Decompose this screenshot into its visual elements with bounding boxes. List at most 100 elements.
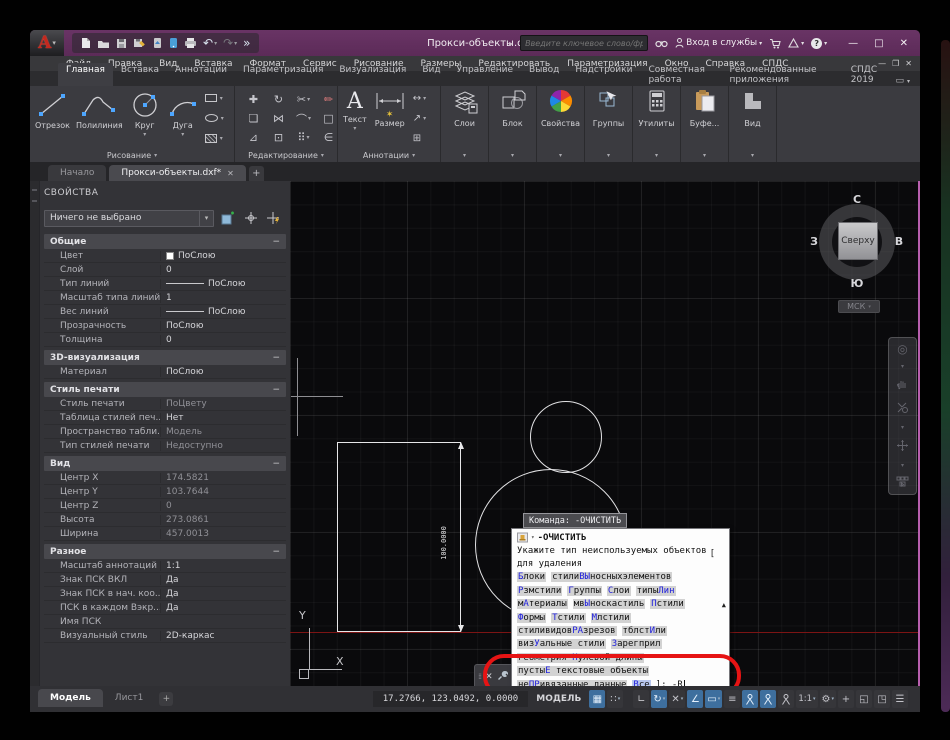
app-menu-button[interactable]: A ▾ xyxy=(30,30,64,56)
palette-grip[interactable] xyxy=(30,181,40,686)
panel-button-label[interactable]: Свойства xyxy=(541,119,580,128)
property-value[interactable]: ПоСлою xyxy=(160,321,286,331)
rectangle-tool-button[interactable]: ▾ xyxy=(205,94,224,102)
chevron-down-icon[interactable]: ▾ xyxy=(901,462,904,469)
panel-flyout[interactable]: ▾ xyxy=(681,149,728,162)
panel-flyout[interactable]: ▾ xyxy=(585,149,632,162)
status-annotation-visibility[interactable] xyxy=(742,690,758,708)
command-keyword[interactable]: Формы xyxy=(517,613,546,623)
zoom-extents-icon[interactable] xyxy=(896,401,909,417)
status-polar-tracking[interactable]: ↻▾ xyxy=(651,690,667,708)
property-row[interactable]: ПСК в каждом Вэкр...Да xyxy=(44,601,286,615)
ellipse-tool-button[interactable]: ▾ xyxy=(205,114,224,122)
scroll-up-icon[interactable]: ▲ xyxy=(722,601,726,609)
ribbon-display-toggle[interactable]: ▭▾ xyxy=(895,76,910,86)
maximize-button[interactable]: □ xyxy=(874,38,883,49)
wcs-button[interactable]: МСК▾ xyxy=(838,300,880,313)
command-input-line[interactable]: неПРивязанные данныеВсе]: -R xyxy=(517,678,724,686)
property-row[interactable]: Толщина0 xyxy=(44,333,286,347)
property-value[interactable]: ПоСлою xyxy=(160,367,286,377)
property-value[interactable]: 1:1 xyxy=(160,561,286,571)
move-button[interactable]: ✚ xyxy=(241,90,266,109)
chevron-down-icon[interactable]: ▾ xyxy=(531,534,535,541)
command-window[interactable]: ▾ -ОЧИСТИТЬ Укажите тип неиспользуемых о… xyxy=(511,528,730,686)
viewcube-top-face[interactable]: Сверху xyxy=(838,222,878,260)
panel-flyout[interactable]: ▾ xyxy=(633,149,680,162)
print-button[interactable] xyxy=(184,37,197,49)
status-workspace-switching[interactable]: ⚙▾ xyxy=(820,690,836,708)
customize-wrench-icon[interactable] xyxy=(497,670,508,684)
property-value[interactable]: Да xyxy=(160,589,286,599)
panel-flyout[interactable]: ▾ xyxy=(489,149,536,162)
command-keyword[interactable]: типыЛин xyxy=(636,586,676,596)
linear-dimension-button[interactable]: ↔▾ xyxy=(413,93,426,104)
save-button[interactable] xyxy=(116,38,127,49)
copy-button[interactable]: ❏ xyxy=(241,109,266,128)
command-keyword[interactable]: Рзмстили xyxy=(517,586,562,596)
property-value[interactable]: 0 xyxy=(160,501,286,511)
qat-more-button[interactable]: » xyxy=(243,36,250,50)
quick-select-button[interactable] xyxy=(265,210,283,226)
command-keyword[interactable]: стиливидовРАзрезов xyxy=(517,626,617,636)
view-block-icon[interactable] xyxy=(740,88,766,118)
section-header[interactable]: Разное− xyxy=(44,544,286,559)
app-store-cart-icon[interactable] xyxy=(769,38,781,49)
property-row[interactable]: ПрозрачностьПоСлою xyxy=(44,319,286,333)
status-customization-menu[interactable]: ☰ xyxy=(892,690,908,708)
property-value[interactable]: 273.0861 xyxy=(160,515,286,525)
status-isolate-objects[interactable]: ◱ xyxy=(856,690,872,708)
property-row[interactable]: Центр Z0 xyxy=(44,499,286,513)
property-row[interactable]: Стиль печатиПоЦвету xyxy=(44,397,286,411)
collapse-icon[interactable]: − xyxy=(272,547,280,557)
command-keyword[interactable]: пустыЕ текстовые объекты xyxy=(517,666,649,676)
command-keyword[interactable]: Блоки xyxy=(517,572,546,582)
property-row[interactable]: Визуальный стиль2D-каркас xyxy=(44,629,286,643)
color-wheel-icon[interactable] xyxy=(548,88,574,118)
status-dynamic-input[interactable]: ▭▾ xyxy=(705,690,722,708)
chevron-down-icon[interactable]: ▾ xyxy=(901,363,904,370)
command-keyword[interactable]: геометрия Нулевой длины xyxy=(517,653,644,663)
property-value[interactable]: 0 xyxy=(160,265,286,275)
mobile-upload-button[interactable] xyxy=(152,37,163,49)
chevron-down-icon[interactable]: ▾ xyxy=(901,424,904,431)
status-annotation-scale-value[interactable]: 1:1▾ xyxy=(796,690,817,708)
command-keyword[interactable]: Млстили xyxy=(591,613,631,623)
panel-button-label[interactable]: Группы xyxy=(593,119,624,128)
pan-hand-icon[interactable] xyxy=(896,377,909,393)
property-row[interactable]: ЦветПоСлою xyxy=(44,249,286,263)
status-lineweight[interactable]: ≡ xyxy=(724,690,740,708)
collapse-icon[interactable]: − xyxy=(272,237,280,247)
property-row[interactable]: Масштаб аннотаций1:1 xyxy=(44,559,286,573)
trim-button[interactable]: ✂▾ xyxy=(291,90,316,109)
dimension-button[interactable]: ✶ Размер xyxy=(370,88,410,149)
help-button[interactable]: ?▾ xyxy=(811,38,827,49)
stretch-button[interactable]: ⊿ xyxy=(241,128,266,147)
panel-button-label[interactable]: Вид xyxy=(744,119,760,128)
new-tab-button[interactable]: + xyxy=(249,166,264,181)
property-row[interactable]: Высота273.0861 xyxy=(44,513,286,527)
property-value[interactable]: Модель xyxy=(160,427,286,437)
undo-button[interactable]: ↶▾ xyxy=(203,36,217,50)
panel-flyout[interactable]: ▾ xyxy=(537,149,584,162)
property-row[interactable]: Пространство табли...Модель xyxy=(44,425,286,439)
status-snap-mode[interactable]: ∷▾ xyxy=(607,690,623,708)
ribbon-tab-параметризация[interactable]: Параметризация xyxy=(235,63,331,86)
viewcube-north[interactable]: С xyxy=(849,193,865,206)
save-as-button[interactable] xyxy=(133,37,146,49)
hatch-tool-button[interactable]: ▾ xyxy=(205,134,224,143)
section-header[interactable]: Общие− xyxy=(44,234,286,249)
sign-in-button[interactable]: Вход в службы▾ xyxy=(675,38,762,48)
a360-share-icon[interactable]: ▾ xyxy=(788,38,804,48)
property-row[interactable]: Масштаб типа линий1 xyxy=(44,291,286,305)
tab-start[interactable]: Начало xyxy=(48,165,106,181)
mobile-device-button[interactable] xyxy=(169,37,178,49)
collapse-icon[interactable]: − xyxy=(272,459,280,469)
arc-button[interactable]: Дуга ▾ xyxy=(164,88,202,149)
leader-button[interactable]: ↗▾ xyxy=(413,113,426,124)
status-clean-screen[interactable]: ◳ xyxy=(874,690,890,708)
panel-button-label[interactable]: Буфе... xyxy=(690,119,720,128)
clipboard-icon[interactable] xyxy=(692,88,718,118)
drawing-canvas[interactable]: 100.0000 Y X С Ю З В Сверху МСК▾ ◎ xyxy=(290,181,920,686)
close-command-bar-icon[interactable]: ✕ xyxy=(485,672,493,682)
status-ortho-mode[interactable]: ∟ xyxy=(633,690,649,708)
